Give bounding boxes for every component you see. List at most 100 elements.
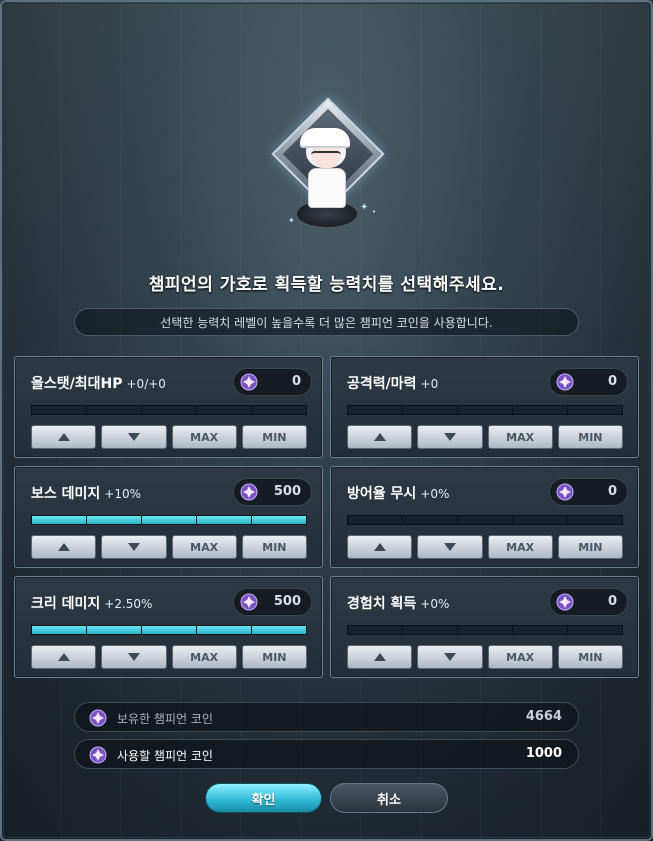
- max-button[interactable]: MAX: [171, 535, 237, 559]
- level-down-button[interactable]: [101, 425, 167, 449]
- min-button[interactable]: MIN: [557, 535, 623, 559]
- max-button[interactable]: MAX: [171, 645, 237, 669]
- stat-bonus: +0%: [420, 597, 450, 611]
- stat-coin-cost: 0: [233, 368, 312, 396]
- stat-coin-value: 0: [291, 374, 301, 389]
- min-button[interactable]: MIN: [557, 645, 623, 669]
- level-down-button[interactable]: [417, 535, 483, 559]
- stat-panel: 보스 데미지 +10% 500 MAX MIN: [14, 466, 323, 568]
- up-arrow-icon: [57, 433, 70, 441]
- stat-bonus: +0/+0: [126, 377, 166, 391]
- stat-coin-cost: 500: [233, 478, 312, 506]
- level-segment: [252, 406, 306, 414]
- champion-blessing-dialog: ✦ • ✦ 챔피언의 가호로 획득할 능력치를 선택해주세요. 선택한 능력치 …: [0, 0, 653, 841]
- up-arrow-icon: [373, 653, 386, 661]
- down-arrow-icon: [127, 653, 140, 661]
- level-segment: [513, 516, 568, 524]
- level-segment: [568, 516, 622, 524]
- level-segment: [142, 406, 197, 414]
- champion-coin-icon: [240, 483, 258, 501]
- stat-panel: 크리 데미지 +2.50% 500 MAX MIN: [14, 576, 323, 678]
- level-segment: [142, 626, 197, 634]
- stat-name: 방어율 무시 +0%: [347, 483, 449, 503]
- level-segment: [568, 406, 622, 414]
- level-segment: [142, 516, 197, 524]
- stat-coin-cost: 500: [233, 588, 312, 616]
- max-button[interactable]: MAX: [487, 645, 553, 669]
- confirm-button[interactable]: 확인: [205, 783, 322, 813]
- stat-label: 크리 데미지: [31, 596, 101, 612]
- min-button[interactable]: MIN: [557, 425, 623, 449]
- use-coins-bar: 사용할 챔피언 코인 1000: [74, 739, 579, 769]
- cancel-button[interactable]: 취소: [330, 783, 448, 813]
- level-segment: [348, 406, 403, 414]
- level-segment: [197, 626, 252, 634]
- level-segment: [458, 626, 513, 634]
- up-arrow-icon: [373, 543, 386, 551]
- max-button[interactable]: MAX: [171, 425, 237, 449]
- stat-coin-value: 500: [273, 484, 301, 499]
- level-up-button[interactable]: [31, 425, 97, 449]
- stat-panel: 방어율 무시 +0% 0 MAX MIN: [330, 466, 639, 568]
- min-button[interactable]: MIN: [241, 425, 307, 449]
- use-coins-label: 사용할 챔피언 코인: [117, 749, 213, 763]
- stat-name: 올스탯/최대HP +0/+0: [31, 373, 166, 393]
- champion-coin-icon: [556, 373, 574, 391]
- sparkle-icon: ✦: [360, 202, 369, 213]
- level-up-button[interactable]: [31, 535, 97, 559]
- level-segment: [32, 516, 87, 524]
- stat-name: 크리 데미지 +2.50%: [31, 593, 152, 613]
- level-segment: [87, 406, 142, 414]
- sparkle-icon: ✦: [288, 216, 295, 225]
- max-button[interactable]: MAX: [487, 425, 553, 449]
- level-segment: [403, 626, 458, 634]
- stat-level-bar: [31, 515, 307, 525]
- champion-coin-icon: [89, 709, 107, 727]
- down-arrow-icon: [443, 653, 456, 661]
- stat-label: 방어율 무시: [347, 486, 417, 502]
- stat-name: 보스 데미지 +10%: [31, 483, 141, 503]
- level-segment: [513, 406, 568, 414]
- dialog-title: 챔피언의 가호로 획득할 능력치를 선택해주세요.: [148, 275, 505, 295]
- level-down-button[interactable]: [417, 425, 483, 449]
- level-segment: [87, 516, 142, 524]
- champion-coin-icon: [89, 746, 107, 764]
- stat-level-bar: [347, 625, 623, 635]
- owned-coins-bar: 보유한 챔피언 코인 4664: [74, 702, 579, 732]
- stat-level-bar: [347, 515, 623, 525]
- stat-level-bar: [347, 405, 623, 415]
- level-segment: [197, 516, 252, 524]
- stat-level-bar: [31, 405, 307, 415]
- stat-coin-value: 500: [273, 594, 301, 609]
- character-body: [308, 168, 346, 208]
- stat-buttons: MAX MIN: [347, 535, 623, 559]
- stat-label: 올스탯/최대HP: [31, 376, 123, 392]
- stat-bonus: +2.50%: [104, 597, 153, 611]
- level-up-button[interactable]: [347, 535, 413, 559]
- stat-buttons: MAX MIN: [347, 425, 623, 449]
- owned-coins-label: 보유한 챔피언 코인: [117, 712, 213, 726]
- max-button[interactable]: MAX: [487, 535, 553, 559]
- champion-coin-icon: [240, 373, 258, 391]
- min-button[interactable]: MIN: [241, 645, 307, 669]
- up-arrow-icon: [57, 543, 70, 551]
- level-segment: [348, 626, 403, 634]
- stat-label: 경험치 획득: [347, 596, 417, 612]
- level-down-button[interactable]: [101, 645, 167, 669]
- stat-coin-value: 0: [607, 484, 617, 499]
- level-segment: [348, 516, 403, 524]
- champion-coin-icon: [556, 593, 574, 611]
- stat-coin-cost: 0: [549, 478, 628, 506]
- level-segment: [87, 626, 142, 634]
- level-up-button[interactable]: [347, 645, 413, 669]
- level-up-button[interactable]: [347, 425, 413, 449]
- level-up-button[interactable]: [31, 645, 97, 669]
- stat-coin-cost: 0: [549, 588, 628, 616]
- stat-level-bar: [31, 625, 307, 635]
- level-segment: [252, 626, 306, 634]
- min-button[interactable]: MIN: [241, 535, 307, 559]
- level-segment: [32, 406, 87, 414]
- level-down-button[interactable]: [101, 535, 167, 559]
- level-down-button[interactable]: [417, 645, 483, 669]
- owned-coins-value: 4664: [525, 709, 562, 724]
